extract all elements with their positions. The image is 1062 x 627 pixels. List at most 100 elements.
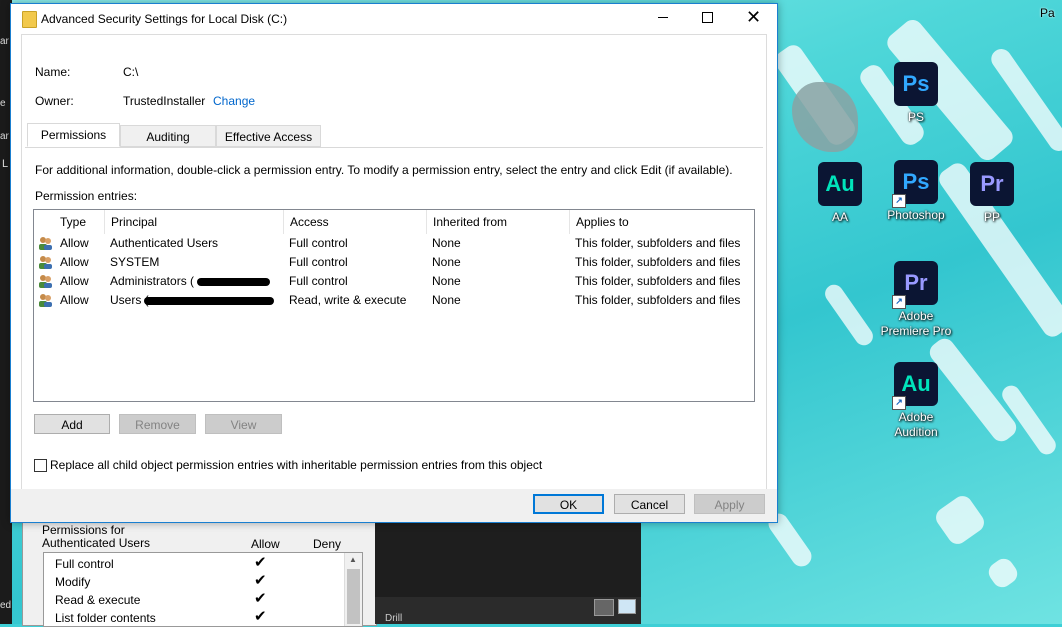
- permission-item: List folder contents: [55, 611, 156, 625]
- desktop-icon-audition[interactable]: Au ↗ Adobe Audition: [871, 362, 961, 440]
- cell-type: Allow: [60, 274, 89, 288]
- replace-child-permissions-label: Replace all child object permission entr…: [50, 458, 543, 472]
- permissions-list: Full control Modify Read & execute List …: [43, 552, 363, 627]
- photoshop-icon: Ps ↗: [892, 160, 938, 208]
- name-label: Name:: [35, 65, 71, 79]
- cell-type: Allow: [60, 293, 89, 307]
- tile-text: Ps: [902, 169, 930, 194]
- allow-check-icon[interactable]: ✔: [254, 553, 267, 571]
- tab-auditing[interactable]: Auditing: [120, 125, 216, 147]
- cell-access: Read, write & execute: [289, 293, 407, 307]
- tab-strip: Permissions Auditing Effective Access: [25, 123, 767, 149]
- scrollbar[interactable]: ▲: [344, 553, 362, 626]
- desktop-icon-ps[interactable]: Ps PS: [871, 62, 961, 125]
- cell-type: Allow: [60, 255, 89, 269]
- apply-button[interactable]: Apply: [694, 494, 765, 514]
- cell-access: Full control: [289, 236, 348, 250]
- desktop-icon-pp[interactable]: Pr PP: [947, 162, 1037, 225]
- allow-check-icon[interactable]: ✔: [254, 589, 267, 607]
- permission-item: Read & execute: [55, 593, 141, 607]
- cell-principal: SYSTEM: [110, 255, 160, 269]
- remove-button[interactable]: Remove: [119, 414, 196, 434]
- shortcut-arrow-icon: ↗: [892, 396, 906, 410]
- permission-entries-list[interactable]: Type Principal Access Inherited from App…: [33, 209, 755, 402]
- background-dark-window: [375, 519, 641, 597]
- tab-effective-access[interactable]: Effective Access: [216, 125, 321, 147]
- advanced-security-settings-window: Advanced Security Settings for Local Dis…: [10, 3, 778, 523]
- maximize-icon[interactable]: [702, 12, 713, 23]
- column-header-applies-to[interactable]: Applies to: [570, 210, 754, 234]
- close-icon[interactable]: ✕: [746, 7, 761, 27]
- tab-permissions[interactable]: Permissions: [27, 123, 120, 147]
- large-icons-view-icon[interactable]: [618, 599, 636, 614]
- owner-value: TrustedInstaller: [123, 94, 206, 108]
- cell-applies: This folder, subfolders and files: [575, 274, 741, 288]
- cancel-button[interactable]: Cancel: [614, 494, 685, 514]
- premiere-icon: Pr ↗: [892, 261, 938, 309]
- info-text: For additional information, double-click…: [35, 163, 733, 177]
- permission-entries-label: Permission entries:: [35, 189, 138, 203]
- cell-applies: This folder, subfolders and files: [575, 255, 741, 269]
- owner-label: Owner:: [35, 94, 74, 108]
- desktop-fragment: Drill: [385, 613, 403, 624]
- table-row[interactable]: Allow Authenticated Users Full control N…: [34, 234, 754, 253]
- table-row[interactable]: Allow SYSTEM Full control None This fold…: [34, 253, 754, 272]
- desktop-icon-label: PP: [983, 210, 1000, 224]
- details-view-icon[interactable]: [594, 599, 614, 616]
- allow-column-header: Allow: [251, 537, 280, 551]
- premiere-icon: Pr: [970, 162, 1014, 206]
- redaction-mark: [144, 297, 274, 305]
- view-button[interactable]: View: [205, 414, 282, 434]
- column-header-type[interactable]: Type: [54, 210, 105, 234]
- cell-principal: Administrators (: [110, 274, 195, 288]
- permission-entry-dialog: Permissions for Authenticated Users Allo…: [22, 519, 377, 627]
- change-owner-link[interactable]: Change: [213, 94, 255, 108]
- users-icon: [38, 274, 53, 288]
- allow-check-icon[interactable]: ✔: [254, 607, 267, 625]
- left-fragment: ar: [0, 131, 9, 142]
- tile-text: Au: [901, 371, 931, 396]
- table-row[interactable]: Allow Administrators ( Full control None…: [34, 272, 754, 291]
- shortcut-arrow-icon: ↗: [892, 295, 906, 309]
- scroll-thumb[interactable]: [347, 569, 360, 624]
- title-bar[interactable]: Advanced Security Settings for Local Dis…: [11, 4, 777, 34]
- cell-applies: This folder, subfolders and files: [575, 236, 741, 250]
- shortcut-arrow-icon: ↗: [892, 194, 906, 208]
- cell-inherited: None: [432, 236, 461, 250]
- permissions-header: Permissions for Authenticated Users: [42, 523, 151, 550]
- cell-applies: This folder, subfolders and files: [575, 293, 741, 307]
- left-fragment: ar: [0, 36, 9, 47]
- desktop-icon-label: PS: [907, 110, 924, 124]
- list-header: Type Principal Access Inherited from App…: [34, 210, 754, 234]
- background-dark-statusbar: Drill: [375, 597, 641, 624]
- column-header-access[interactable]: Access: [284, 210, 427, 234]
- left-fragment: L: [2, 158, 9, 170]
- scroll-up-icon[interactable]: ▲: [349, 555, 357, 564]
- ok-button[interactable]: OK: [533, 494, 604, 514]
- left-fragment: e: [0, 98, 6, 109]
- permission-item: Full control: [55, 557, 114, 571]
- desktop-icon-label: Adobe Premiere Pro: [880, 309, 952, 338]
- cell-type: Allow: [60, 236, 89, 250]
- column-header-principal[interactable]: Principal: [105, 210, 284, 234]
- photoshop-icon: Ps: [894, 62, 938, 106]
- table-row[interactable]: Allow Users ( Read, write & execute None…: [34, 291, 754, 310]
- cell-inherited: None: [432, 293, 461, 307]
- add-button[interactable]: Add: [34, 414, 110, 434]
- cell-access: Full control: [289, 274, 348, 288]
- column-header-inherited-from[interactable]: Inherited from: [427, 210, 570, 234]
- redaction-mark: [197, 278, 270, 286]
- deny-column-header: Deny: [313, 537, 342, 551]
- left-fragment: ed: [0, 600, 12, 611]
- audition-icon: Au ↗: [892, 362, 938, 410]
- allow-check-icon[interactable]: ✔: [254, 571, 267, 589]
- cell-access: Full control: [289, 255, 348, 269]
- tile-text: Pr: [904, 270, 928, 295]
- dialog-footer: OK Cancel Apply: [11, 489, 777, 522]
- minimize-icon[interactable]: [658, 17, 668, 18]
- replace-child-permissions-checkbox[interactable]: [34, 459, 47, 472]
- users-icon: [38, 236, 53, 250]
- cell-principal: Users (: [110, 293, 149, 307]
- desktop-icon-premiere-pro[interactable]: Pr ↗ Adobe Premiere Pro: [871, 261, 961, 339]
- cell-inherited: None: [432, 274, 461, 288]
